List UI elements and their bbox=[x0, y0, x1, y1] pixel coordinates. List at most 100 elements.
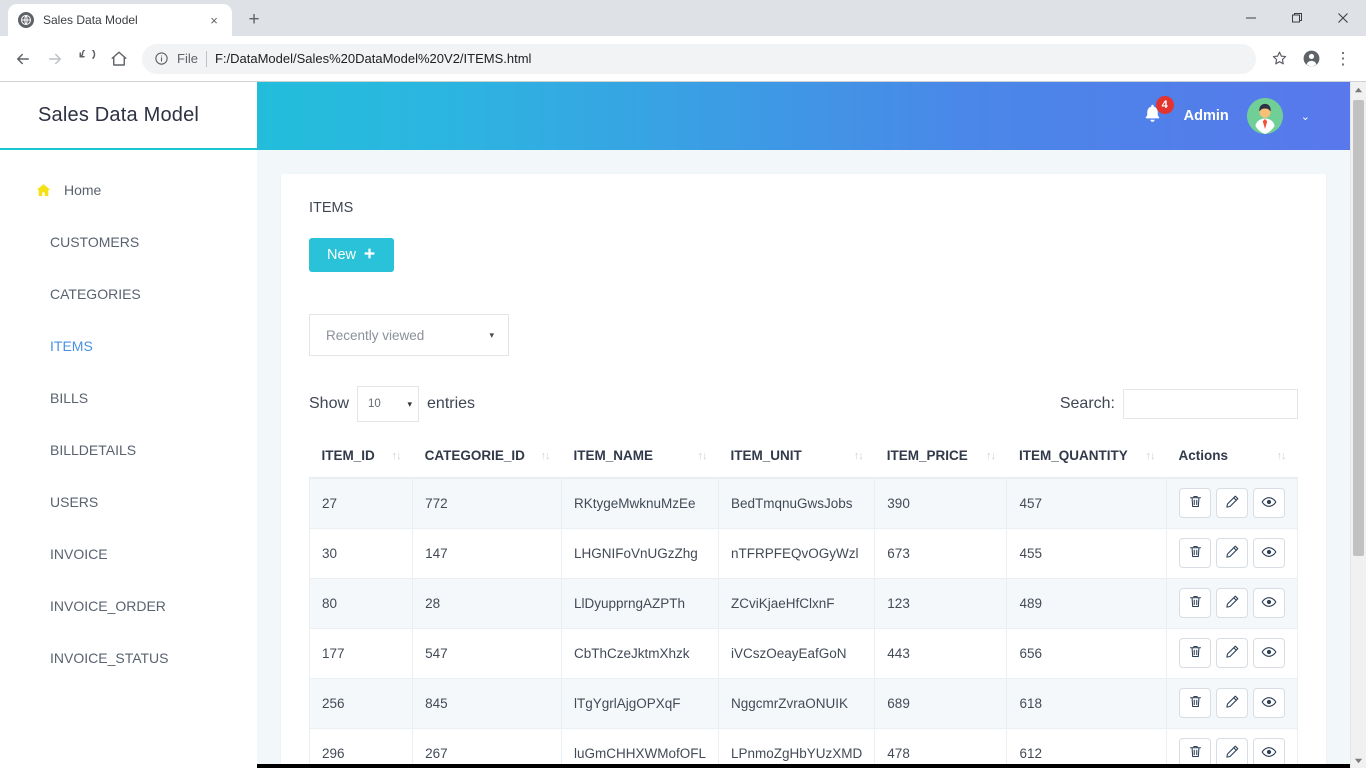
trash-icon bbox=[1188, 694, 1203, 712]
cell-item-name: LHGNIFoVnUGzZhg bbox=[560, 527, 720, 579]
sidebar-item-users[interactable]: USERS bbox=[0, 476, 257, 528]
delete-row-button[interactable] bbox=[1179, 538, 1211, 568]
user-name-label: Admin bbox=[1183, 108, 1229, 124]
page-length-select[interactable]: 10 ▾ bbox=[357, 386, 420, 422]
eye-icon bbox=[1261, 544, 1277, 563]
view-row-button[interactable] bbox=[1253, 688, 1285, 718]
column-header-actions[interactable]: Actions ↑↓ bbox=[1166, 438, 1298, 479]
eye-icon bbox=[1261, 744, 1277, 763]
cell-actions bbox=[1166, 677, 1298, 729]
column-label: Actions bbox=[1178, 448, 1229, 463]
column-header-categorie-id[interactable]: CATEGORIE_ID ↑↓ bbox=[412, 438, 562, 479]
cell-item-id: 177 bbox=[308, 627, 414, 679]
trash-icon bbox=[1188, 594, 1203, 612]
sidebar-item-bills[interactable]: BILLS bbox=[0, 372, 257, 424]
cell-item-quantity: 612 bbox=[1006, 727, 1167, 768]
avatar[interactable] bbox=[1246, 98, 1283, 134]
cell-categorie-id: 845 bbox=[412, 677, 562, 729]
brand-logo-box[interactable]: Sales Data Model bbox=[0, 82, 257, 150]
column-header-item-price[interactable]: ITEM_PRICE ↑↓ bbox=[874, 438, 1007, 479]
cell-item-quantity: 656 bbox=[1006, 627, 1167, 679]
omnibox-divider bbox=[205, 50, 207, 67]
cell-item-unit: ZCviKjaeHfClxnF bbox=[717, 577, 876, 629]
chevron-down-icon[interactable]: ⌄ bbox=[1301, 110, 1310, 123]
delete-row-button[interactable] bbox=[1179, 588, 1211, 618]
sidebar-item-home[interactable]: Home bbox=[0, 164, 257, 216]
show-label: Show bbox=[309, 395, 350, 412]
trash-icon bbox=[1188, 744, 1203, 762]
edit-row-button[interactable] bbox=[1216, 538, 1248, 568]
address-bar[interactable]: File F:/DataModel/Sales%20DataModel%20V2… bbox=[142, 43, 1256, 74]
edit-row-button[interactable] bbox=[1216, 638, 1248, 668]
back-icon[interactable] bbox=[8, 44, 38, 74]
view-row-button[interactable] bbox=[1253, 488, 1285, 519]
home-icon-browser[interactable] bbox=[104, 44, 134, 74]
edit-row-button[interactable] bbox=[1216, 688, 1248, 718]
trash-icon bbox=[1188, 494, 1203, 512]
sort-icon: ↑↓ bbox=[697, 449, 708, 462]
reload-icon[interactable] bbox=[72, 44, 102, 74]
sort-icon: ↑↓ bbox=[985, 449, 996, 462]
column-header-item-name[interactable]: ITEM_NAME ↑↓ bbox=[561, 438, 719, 479]
cell-actions bbox=[1166, 527, 1298, 579]
sidebar-item-invoice-status[interactable]: INVOICE_STATUS bbox=[0, 632, 257, 684]
sidebar-item-label: Home bbox=[64, 182, 102, 198]
sidebar-item-customers[interactable]: CUSTOMERS bbox=[0, 216, 257, 268]
eye-icon bbox=[1261, 694, 1277, 713]
sidebar-item-label: CUSTOMERS bbox=[50, 234, 140, 250]
page-viewport: Sales Data Model 4 Admin ⌄ Home CUSTOMER… bbox=[0, 82, 1366, 768]
table-row: 296 267 luGmCHHXWMofOFL LPnmoZgHbYUzXMD 478 6… bbox=[308, 727, 1298, 768]
minimize-icon[interactable] bbox=[1228, 0, 1274, 36]
column-header-item-id[interactable]: ITEM_ID ↑↓ bbox=[309, 438, 413, 479]
view-row-button[interactable] bbox=[1253, 588, 1285, 618]
column-label: CATEGORIE_ID bbox=[424, 448, 525, 463]
maximize-icon[interactable] bbox=[1274, 0, 1320, 36]
sidebar-item-categories[interactable]: CATEGORIES bbox=[0, 268, 257, 320]
new-tab-button[interactable]: + bbox=[240, 6, 268, 34]
sidebar-item-billdetails[interactable]: BILLDETAILS bbox=[0, 424, 257, 476]
close-icon[interactable]: × bbox=[206, 12, 222, 28]
forward-icon[interactable] bbox=[40, 44, 70, 74]
scrollbar-thumb[interactable] bbox=[1353, 100, 1364, 556]
sidebar-item-items[interactable]: ITEMS bbox=[0, 320, 257, 372]
cell-categorie-id: 547 bbox=[412, 627, 562, 679]
table-body: 27 772 RKtygeMwknuMzEe BedTmqnuGwsJobs 390 45… bbox=[308, 477, 1298, 768]
table-row: 80 28 LlDyupprngAZPTh ZCviKjaeHfClxnF 123 489 bbox=[308, 577, 1298, 629]
chevron-down-icon: ▾ bbox=[489, 329, 494, 340]
scroll-down-arrow-icon[interactable] bbox=[1351, 752, 1366, 768]
browser-menu-icon[interactable]: ⋮ bbox=[1328, 44, 1358, 74]
profile-avatar-icon[interactable] bbox=[1296, 44, 1326, 74]
recently-viewed-select[interactable]: Recently viewed ▾ bbox=[309, 314, 509, 356]
page-length-value: 10 bbox=[368, 398, 381, 410]
delete-row-button[interactable] bbox=[1179, 638, 1211, 668]
table-row: 27 772 RKtygeMwknuMzEe BedTmqnuGwsJobs 390 45… bbox=[308, 477, 1298, 529]
edit-row-button[interactable] bbox=[1216, 588, 1248, 618]
sidebar-item-invoice-order[interactable]: INVOICE_ORDER bbox=[0, 580, 257, 632]
cell-item-quantity: 489 bbox=[1006, 577, 1167, 629]
browser-tab[interactable]: Sales Data Model × bbox=[8, 4, 232, 36]
page-scrollbar[interactable] bbox=[1350, 82, 1366, 768]
column-header-item-quantity[interactable]: ITEM_QUANTITY ↑↓ bbox=[1006, 438, 1167, 479]
sidebar-item-invoice[interactable]: INVOICE bbox=[0, 528, 257, 580]
cell-actions bbox=[1166, 477, 1298, 529]
table-row: 30 147 LHGNIFoVnUGzZhg nTFRPFEQvOGyWzl 673 45… bbox=[308, 527, 1298, 579]
column-header-item-unit[interactable]: ITEM_UNIT ↑↓ bbox=[718, 438, 875, 479]
sidebar-item-label: ITEMS bbox=[50, 338, 93, 354]
new-button[interactable]: New bbox=[309, 238, 395, 272]
close-window-icon[interactable] bbox=[1320, 0, 1366, 36]
notifications-button[interactable]: 4 bbox=[1142, 96, 1174, 129]
edit-row-button[interactable] bbox=[1216, 488, 1248, 519]
browser-toolbar: File F:/DataModel/Sales%20DataModel%20V2… bbox=[0, 36, 1366, 82]
notification-badge: 4 bbox=[1155, 96, 1174, 114]
column-label: ITEM_QUANTITY bbox=[1018, 448, 1128, 463]
scroll-up-arrow-icon[interactable] bbox=[1351, 82, 1366, 98]
delete-row-button[interactable] bbox=[1179, 488, 1211, 519]
cell-categorie-id: 28 bbox=[412, 577, 562, 629]
search-input[interactable] bbox=[1123, 389, 1298, 419]
browser-window: Sales Data Model × + File F:/DataModel/S… bbox=[0, 0, 1366, 768]
view-row-button[interactable] bbox=[1253, 538, 1285, 568]
bookmark-star-icon[interactable] bbox=[1264, 44, 1294, 74]
delete-row-button[interactable] bbox=[1179, 688, 1211, 718]
view-row-button[interactable] bbox=[1253, 638, 1285, 668]
cell-item-price: 123 bbox=[874, 577, 1008, 629]
